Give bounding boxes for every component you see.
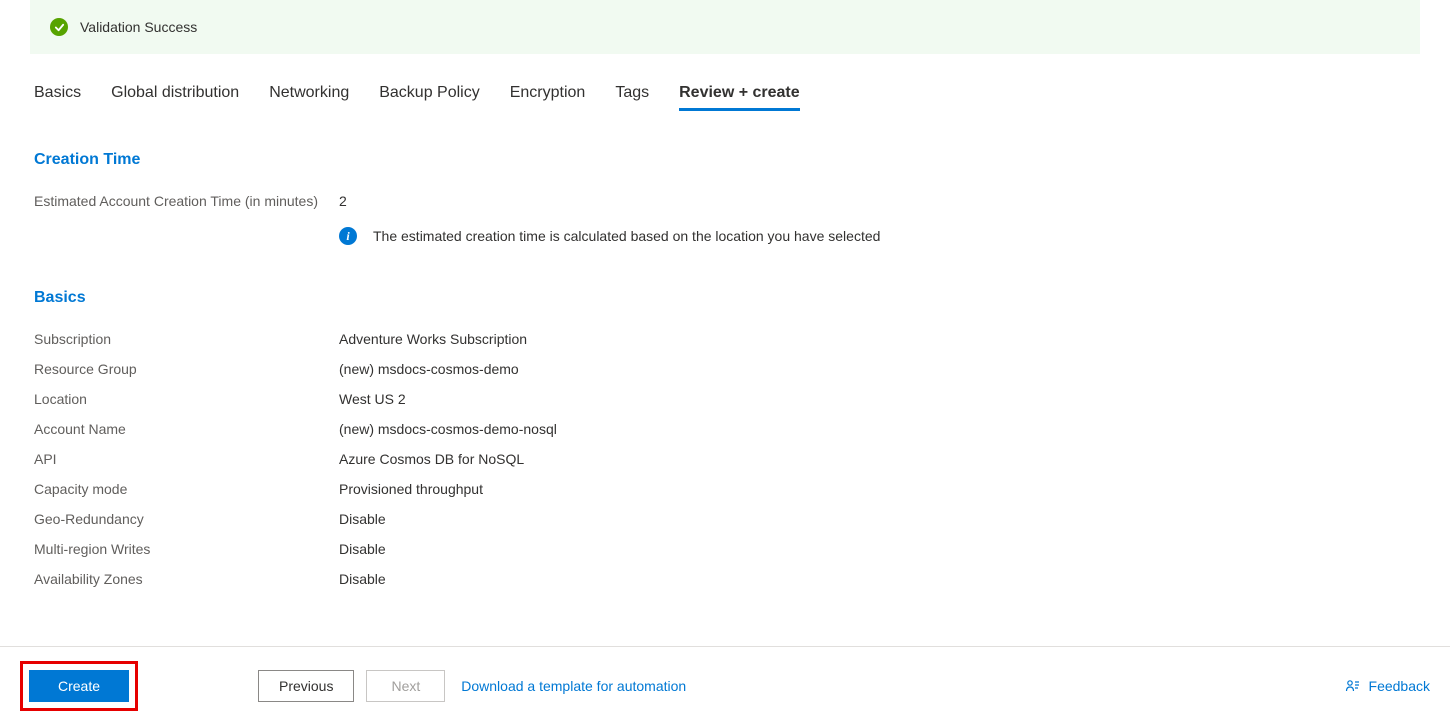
feedback-icon [1345, 678, 1361, 694]
validation-banner: Validation Success [30, 0, 1420, 54]
create-button[interactable]: Create [29, 670, 129, 702]
tab-basics[interactable]: Basics [34, 84, 81, 111]
field-label: Account Name [34, 419, 339, 439]
tab-backup-policy[interactable]: Backup Policy [379, 84, 480, 111]
field-row-account-name: Account Name (new) msdocs-cosmos-demo-no… [34, 419, 1416, 439]
field-label: Location [34, 389, 339, 409]
field-value: Adventure Works Subscription [339, 329, 527, 349]
field-row-resource-group: Resource Group (new) msdocs-cosmos-demo [34, 359, 1416, 379]
field-label: Subscription [34, 329, 339, 349]
field-value: Provisioned throughput [339, 479, 483, 499]
tab-review-create[interactable]: Review + create [679, 84, 800, 111]
field-row-capacity-mode: Capacity mode Provisioned throughput [34, 479, 1416, 499]
field-label: Multi-region Writes [34, 539, 339, 559]
info-row: i The estimated creation time is calcula… [339, 227, 1416, 245]
feedback-label: Feedback [1369, 678, 1430, 694]
next-button: Next [366, 670, 445, 702]
previous-button[interactable]: Previous [258, 670, 354, 702]
field-label: Geo-Redundancy [34, 509, 339, 529]
field-label: API [34, 449, 339, 469]
field-label: Availability Zones [34, 569, 339, 589]
feedback-link[interactable]: Feedback [1345, 678, 1430, 694]
tab-tags[interactable]: Tags [615, 84, 649, 111]
section-heading-basics: Basics [34, 289, 1416, 307]
info-icon: i [339, 227, 357, 245]
tab-bar: Basics Global distribution Networking Ba… [0, 84, 1450, 111]
tab-global-distribution[interactable]: Global distribution [111, 84, 239, 111]
field-row-location: Location West US 2 [34, 389, 1416, 409]
field-row-api: API Azure Cosmos DB for NoSQL [34, 449, 1416, 469]
info-text: The estimated creation time is calculate… [373, 228, 880, 244]
field-label-estimate: Estimated Account Creation Time (in minu… [34, 191, 339, 211]
field-value: Disable [339, 569, 386, 589]
field-value: (new) msdocs-cosmos-demo-nosql [339, 419, 557, 439]
field-value: (new) msdocs-cosmos-demo [339, 359, 519, 379]
field-value: Disable [339, 509, 386, 529]
footer-bar: Create Previous Next Download a template… [0, 646, 1450, 725]
section-heading-creation-time: Creation Time [34, 151, 1416, 169]
field-value: Azure Cosmos DB for NoSQL [339, 449, 524, 469]
create-button-highlight: Create [20, 661, 138, 711]
download-template-link[interactable]: Download a template for automation [461, 678, 686, 694]
main-content: Creation Time Estimated Account Creation… [0, 151, 1450, 589]
field-row-multi-region-writes: Multi-region Writes Disable [34, 539, 1416, 559]
success-check-icon [50, 18, 68, 36]
field-label: Resource Group [34, 359, 339, 379]
field-value: West US 2 [339, 389, 406, 409]
tab-networking[interactable]: Networking [269, 84, 349, 111]
field-row-availability-zones: Availability Zones Disable [34, 569, 1416, 589]
field-row-geo-redundancy: Geo-Redundancy Disable [34, 509, 1416, 529]
validation-message: Validation Success [80, 19, 197, 35]
field-value-estimate: 2 [339, 191, 347, 211]
tab-encryption[interactable]: Encryption [510, 84, 586, 111]
field-value: Disable [339, 539, 386, 559]
field-label: Capacity mode [34, 479, 339, 499]
field-row-subscription: Subscription Adventure Works Subscriptio… [34, 329, 1416, 349]
field-row-estimate: Estimated Account Creation Time (in minu… [34, 191, 1416, 211]
